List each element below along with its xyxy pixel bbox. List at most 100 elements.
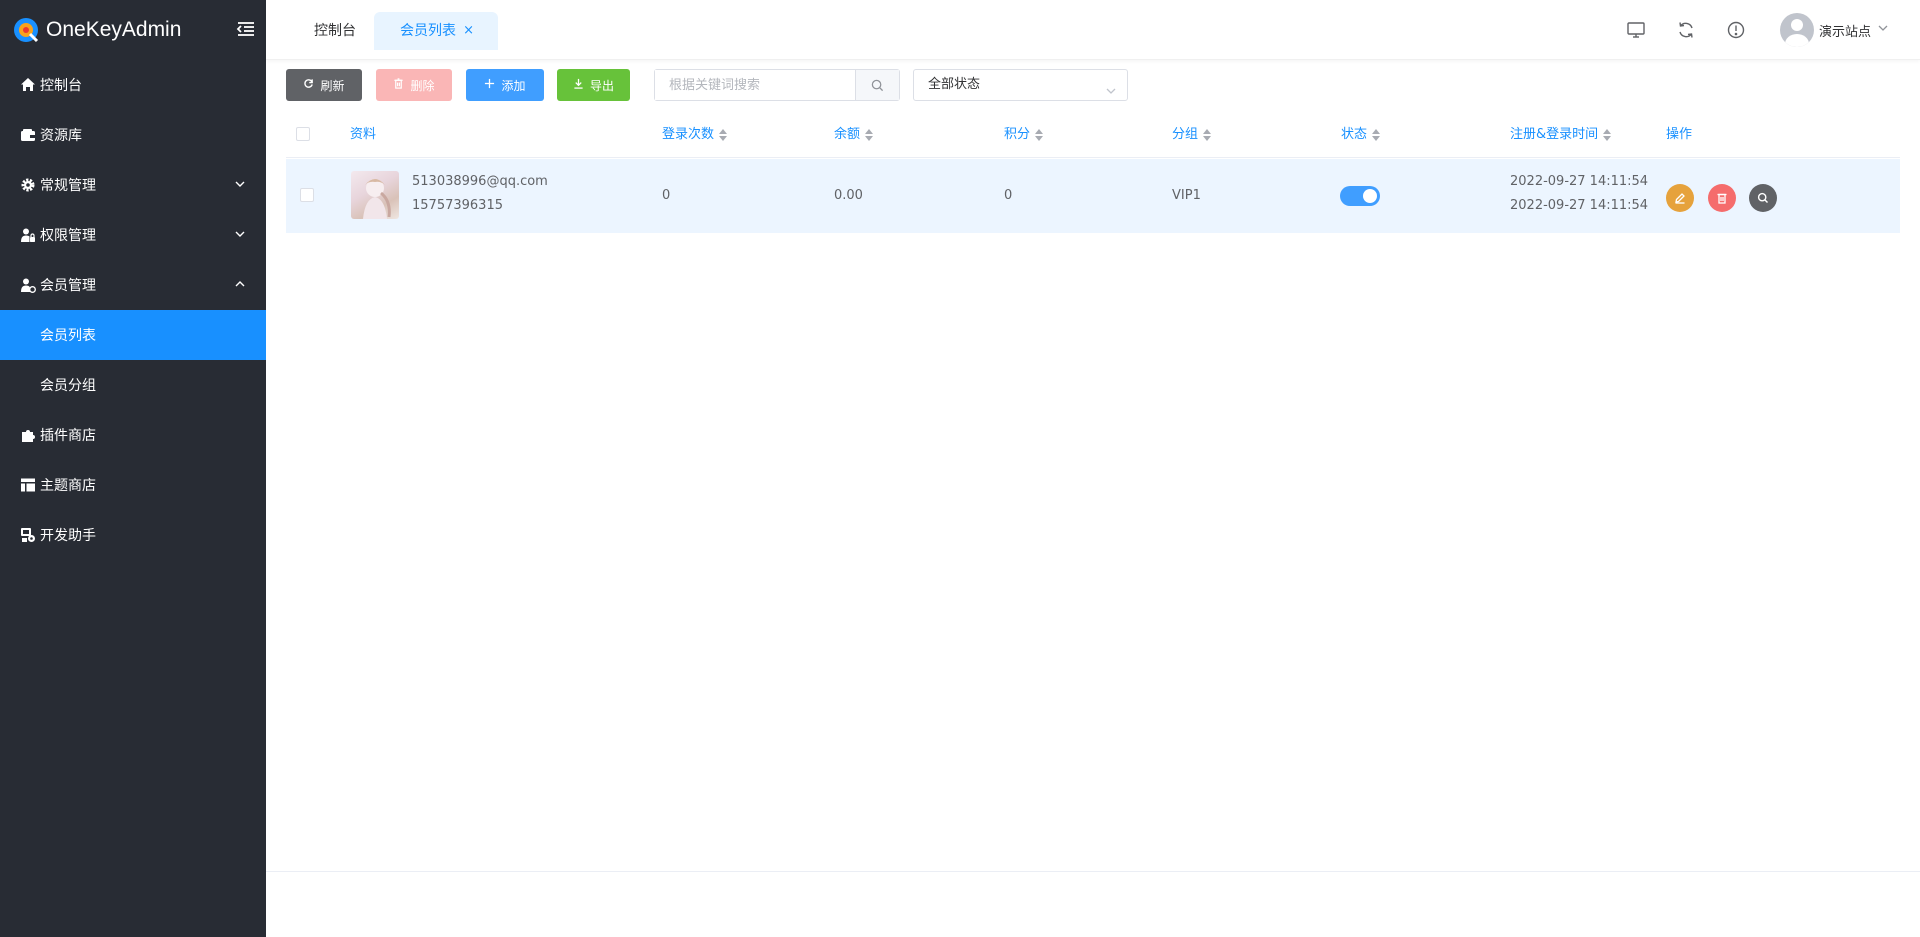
column-header-balance[interactable]: 余额 bbox=[834, 112, 874, 158]
chevron-down-icon bbox=[1877, 22, 1889, 38]
column-label: 状态 bbox=[1341, 127, 1368, 142]
tab-label: 会员列表 bbox=[400, 23, 456, 39]
sort-icon[interactable] bbox=[1603, 129, 1612, 141]
sidebar-item-theme-store[interactable]: 主题商店 bbox=[0, 460, 266, 510]
column-label: 分组 bbox=[1172, 127, 1199, 142]
refresh-icon bbox=[303, 78, 314, 92]
column-label: 操作 bbox=[1666, 127, 1693, 142]
member-points: 0 bbox=[1004, 188, 1013, 203]
plus-icon bbox=[484, 78, 495, 92]
sidebar-item-label: 主题商店 bbox=[40, 478, 96, 494]
trash-icon bbox=[1717, 193, 1727, 204]
sort-icon[interactable] bbox=[1372, 129, 1381, 141]
sidebar: OneKeyAdmin 控制台 资源库 常规管理 权限管理 会员管理 会员列表 … bbox=[0, 0, 266, 937]
member-group: VIP1 bbox=[1172, 188, 1201, 203]
puzzle-icon bbox=[20, 427, 36, 443]
login-time: 2022-09-27 14:11:54 bbox=[1510, 198, 1649, 213]
status-filter-select[interactable]: 全部状态 bbox=[913, 69, 1128, 101]
search-button[interactable] bbox=[855, 70, 899, 100]
column-header-status[interactable]: 状态 bbox=[1341, 112, 1381, 158]
select-all-checkbox[interactable] bbox=[296, 127, 310, 141]
sort-icon[interactable] bbox=[1035, 129, 1044, 141]
column-header-group[interactable]: 分组 bbox=[1172, 112, 1212, 158]
sidebar-subitem-member-groups[interactable]: 会员分组 bbox=[0, 360, 266, 410]
avatar bbox=[1780, 13, 1814, 47]
chevron-down-icon bbox=[234, 178, 246, 190]
add-button[interactable]: 添加 bbox=[466, 69, 544, 101]
member-table: 资料 登录次数 余额 积分 分组 状态 注册&登录时间 操作 513038996… bbox=[286, 112, 1900, 233]
status-filter-value: 全部状态 bbox=[928, 77, 981, 92]
sidebar-item-label: 开发助手 bbox=[40, 528, 96, 544]
pencil-icon bbox=[1675, 193, 1685, 204]
tab-dashboard[interactable]: 控制台 bbox=[314, 12, 356, 50]
delete-row-button[interactable] bbox=[1708, 184, 1736, 212]
search-box bbox=[654, 69, 900, 101]
logo[interactable]: OneKeyAdmin bbox=[0, 0, 266, 60]
sort-icon[interactable] bbox=[719, 129, 728, 141]
user-menu[interactable]: 演示站点 bbox=[1780, 13, 1889, 47]
sidebar-item-general[interactable]: 常规管理 bbox=[0, 160, 266, 210]
view-button[interactable] bbox=[1749, 184, 1777, 212]
sidebar-item-dev-assistant[interactable]: 开发助手 bbox=[0, 510, 266, 560]
sidebar-item-label: 常规管理 bbox=[40, 178, 96, 194]
delete-label: 删除 bbox=[410, 78, 435, 93]
sidebar-item-dashboard[interactable]: 控制台 bbox=[0, 60, 266, 110]
sidebar-item-label: 插件商店 bbox=[40, 428, 96, 444]
search-icon bbox=[871, 79, 884, 91]
sidebar-item-label: 会员管理 bbox=[40, 278, 96, 294]
table-header: 资料 登录次数 余额 积分 分组 状态 注册&登录时间 操作 bbox=[286, 112, 1900, 158]
table-row[interactable]: 513038996@qq.com 15757396315 0 0.00 0 VI… bbox=[286, 159, 1900, 233]
sidebar-item-label: 资源库 bbox=[40, 128, 82, 144]
search-input[interactable] bbox=[655, 70, 856, 100]
user-lock-icon bbox=[20, 227, 36, 243]
column-header-actions: 操作 bbox=[1666, 112, 1692, 158]
dev-tools-icon bbox=[20, 527, 36, 543]
sort-icon[interactable] bbox=[865, 129, 874, 141]
member-login-count: 0 bbox=[662, 188, 671, 203]
column-label: 余额 bbox=[834, 127, 861, 142]
search-icon bbox=[1757, 192, 1768, 203]
footer-divider bbox=[266, 871, 1920, 872]
delete-button[interactable]: 删除 bbox=[376, 69, 452, 101]
column-header-profile: 资料 bbox=[350, 112, 376, 158]
chevron-down-icon bbox=[1105, 79, 1117, 94]
site-name: 演示站点 bbox=[1819, 24, 1872, 40]
download-icon bbox=[573, 78, 584, 92]
refresh-button[interactable]: 刷新 bbox=[286, 69, 362, 101]
column-header-points[interactable]: 积分 bbox=[1004, 112, 1044, 158]
logo-icon bbox=[12, 16, 40, 44]
sidebar-item-resources[interactable]: 资源库 bbox=[0, 110, 266, 160]
sidebar-item-plugin-store[interactable]: 插件商店 bbox=[0, 410, 266, 460]
monitor-icon[interactable] bbox=[1626, 20, 1646, 40]
column-label: 资料 bbox=[350, 127, 377, 142]
edit-button[interactable] bbox=[1666, 184, 1694, 212]
member-avatar bbox=[351, 171, 399, 219]
home-icon bbox=[20, 77, 36, 93]
tab-member-list[interactable]: 会员列表 × bbox=[374, 12, 498, 50]
user-group-icon bbox=[20, 277, 36, 293]
close-icon[interactable]: × bbox=[463, 12, 474, 50]
tab-label: 控制台 bbox=[314, 23, 356, 39]
sidebar-subitem-label: 会员列表 bbox=[40, 328, 96, 344]
column-header-login-count[interactable]: 登录次数 bbox=[662, 112, 728, 158]
sidebar-item-members[interactable]: 会员管理 bbox=[0, 260, 266, 310]
sidebar-item-label: 权限管理 bbox=[40, 228, 96, 244]
row-checkbox[interactable] bbox=[300, 188, 314, 202]
sidebar-item-permissions[interactable]: 权限管理 bbox=[0, 210, 266, 260]
export-button[interactable]: 导出 bbox=[557, 69, 630, 101]
status-toggle[interactable] bbox=[1340, 186, 1380, 206]
wallet-icon bbox=[20, 127, 36, 143]
add-label: 添加 bbox=[501, 78, 526, 93]
member-phone: 15757396315 bbox=[412, 198, 503, 213]
column-label: 积分 bbox=[1004, 127, 1031, 142]
refresh-icon[interactable] bbox=[1676, 20, 1696, 40]
register-time: 2022-09-27 14:11:54 bbox=[1510, 174, 1649, 189]
member-email: 513038996@qq.com bbox=[412, 174, 548, 189]
column-header-time[interactable]: 注册&登录时间 bbox=[1510, 112, 1612, 158]
gear-icon bbox=[20, 177, 36, 193]
sort-icon[interactable] bbox=[1203, 129, 1212, 141]
sidebar-subitem-member-list[interactable]: 会员列表 bbox=[0, 310, 266, 360]
info-icon[interactable] bbox=[1726, 20, 1746, 40]
menu-collapse-icon[interactable] bbox=[236, 19, 256, 39]
top-bar: 控制台 会员列表 × 演示站点 bbox=[266, 0, 1920, 60]
